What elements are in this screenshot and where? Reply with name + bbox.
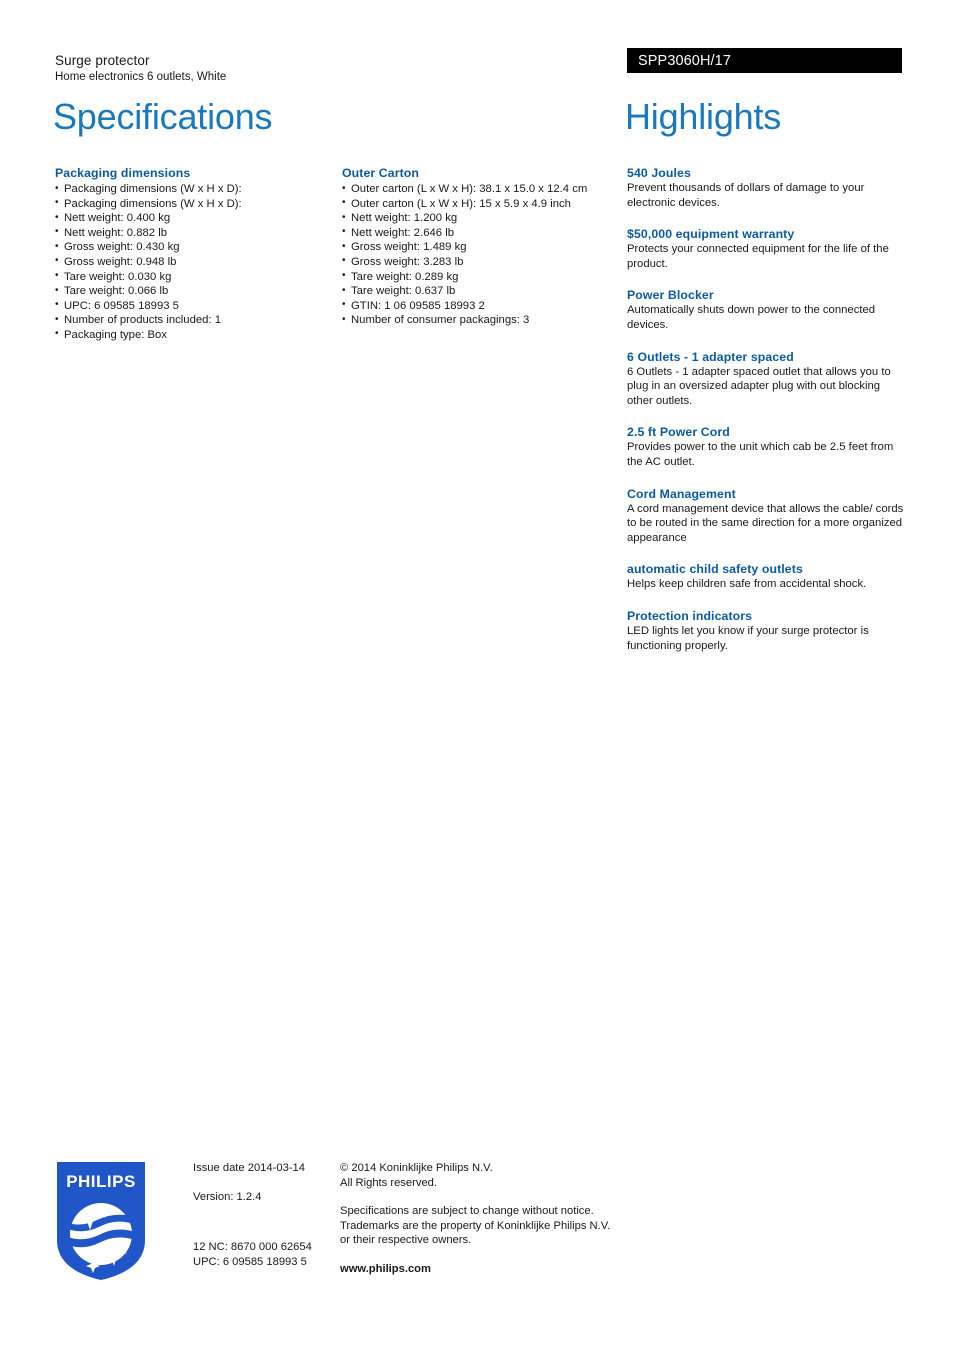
philips-shield-icon: PHILIPS — [57, 1162, 145, 1280]
highlight-item: Protection indicators LED lights let you … — [627, 608, 904, 653]
highlights-column: 540 Joules Prevent thousands of dollars o… — [627, 165, 904, 669]
highlight-description: Automatically shuts down power to the co… — [627, 304, 876, 331]
highlight-description: Provides power to the unit which cab be … — [627, 441, 894, 468]
highlight-item: Cord Management A cord management device … — [627, 486, 904, 546]
spec-item: Tare weight: 0.030 kg — [55, 269, 327, 285]
product-title: Surge protector — [55, 53, 150, 68]
version: Version: 1.2.4 — [193, 1190, 262, 1203]
highlight-item: Power Blocker Automatically shuts down po… — [627, 287, 904, 332]
product-code-label: SPP3060H/17 — [638, 53, 731, 69]
spec-item: Number of consumer packagings: 3 — [342, 313, 614, 328]
highlight-item: $50,000 equipment warranty Protects your … — [627, 226, 904, 271]
spec-item-list: Packaging dimensions (W x H x D):Packagi… — [55, 182, 327, 343]
spec-item: Packaging dimensions (W x H x D): — [55, 182, 327, 197]
disclaimer-line-3: or their respective owners. — [340, 1234, 472, 1247]
product-code-bar: SPP3060H/17 — [627, 48, 902, 73]
specifications-column-2: Outer Carton Outer carton (L x W x H): 38… — [342, 165, 614, 342]
specifications-column-1: Packaging dimensions Packaging dimensions… — [55, 165, 327, 357]
highlight-title: Power Blocker — [627, 288, 714, 303]
highlight-title: automatic child safety outlets — [627, 562, 803, 577]
spec-group: Packaging dimensions Packaging dimensions… — [55, 165, 327, 343]
highlights-heading: Highlights — [625, 96, 782, 137]
product-subtitle: Home electronics 6 outlets, White — [55, 71, 227, 83]
copyright-block: © 2014 Koninklijke Philips N.V. All Righ… — [340, 1161, 640, 1190]
spec-item: Gross weight: 1.489 kg — [342, 240, 614, 255]
highlight-description: LED lights let you know if your surge pr… — [627, 624, 869, 652]
spec-item: Packaging type: Box — [55, 327, 327, 343]
spec-item: Gross weight: 0.430 kg — [55, 240, 327, 255]
specification-sheet-page: Surge protector Home electronics 6 outle… — [0, 0, 954, 1350]
spec-group-title: Packaging dimensions — [55, 166, 191, 180]
spec-item: GTIN: 1 06 09585 18993 2 — [342, 298, 614, 314]
disclaimer-block: Specifications are subject to change wit… — [340, 1204, 640, 1248]
spec-item: Nett weight: 0.400 kg — [55, 211, 327, 226]
svg-text:PHILIPS: PHILIPS — [66, 1172, 136, 1191]
highlight-description: Prevent thousands of dollars of damage t… — [627, 182, 865, 209]
disclaimer-line-2: Trademarks are the property of Koninklij… — [340, 1219, 611, 1232]
spec-item: Tare weight: 0.637 lb — [342, 284, 614, 299]
highlight-description: 6 Outlets - 1 adapter spaced outlet that… — [627, 365, 891, 407]
footer-legal-column: © 2014 Koninklijke Philips N.V. All Righ… — [340, 1161, 640, 1277]
spec-item: UPC: 6 09585 18993 5 — [55, 298, 327, 314]
copyright-line-2: All Rights reserved. — [340, 1176, 437, 1189]
footer-identifiers: 12 NC: 8670 000 62654 UPC: 6 09585 18993… — [193, 1240, 338, 1269]
spec-item: Number of products included: 1 — [55, 313, 327, 328]
highlight-title: Cord Management — [627, 486, 736, 501]
spec-group-title: Outer Carton — [342, 166, 420, 180]
highlight-description: Protects your connected equipment for th… — [627, 243, 889, 270]
highlight-description: Helps keep children safe from accidental… — [627, 578, 867, 591]
spec-item: Nett weight: 1.200 kg — [342, 211, 614, 226]
website-link-wrap: www.philips.com — [340, 1262, 640, 1277]
spec-item: Gross weight: 0.948 lb — [55, 254, 327, 270]
highlight-item: automatic child safety outlets Helps keep… — [627, 561, 904, 592]
page-footer: PHILIPS Issue date 2014-03-14 Version: 1… — [0, 1155, 954, 1305]
spec-item: Nett weight: 2.646 lb — [342, 225, 614, 241]
highlight-description: A cord management device that allows the… — [627, 502, 904, 544]
spec-item: Tare weight: 0.289 kg — [342, 269, 614, 285]
spec-item: Tare weight: 0.066 lb — [55, 284, 327, 299]
highlight-item: 540 Joules Prevent thousands of dollars o… — [627, 165, 904, 210]
highlight-title: 2.5 ft Power Cord — [627, 425, 730, 440]
spec-item: Outer carton (L x W x H): 38.1 x 15.0 x … — [342, 182, 614, 197]
philips-logo: PHILIPS — [57, 1162, 145, 1280]
spec-item: Gross weight: 3.283 lb — [342, 254, 614, 270]
spec-item: Nett weight: 0.882 lb — [55, 225, 327, 241]
spec-item: Packaging dimensions (W x H x D): — [55, 196, 327, 212]
highlight-title: Protection indicators — [627, 608, 753, 623]
highlight-title: 6 Outlets - 1 adapter spaced — [627, 349, 794, 364]
highlight-item: 6 Outlets - 1 adapter spaced 6 Outlets - … — [627, 349, 904, 409]
copyright-line-1: © 2014 Koninklijke Philips N.V. — [340, 1162, 493, 1174]
twelve-nc: 12 NC: 8670 000 62654 — [193, 1241, 312, 1254]
footer-upc: UPC: 6 09585 18993 5 — [193, 1255, 307, 1268]
spec-item-list: Outer carton (L x W x H): 38.1 x 15.0 x … — [342, 182, 614, 328]
issue-date: Issue date 2014-03-14 — [193, 1162, 305, 1174]
highlight-item: 2.5 ft Power Cord Provides power to the u… — [627, 424, 904, 469]
highlight-title: $50,000 equipment warranty — [627, 227, 795, 242]
footer-meta-column: Issue date 2014-03-14 Version: 1.2.4 12 … — [193, 1161, 338, 1269]
website-link[interactable]: www.philips.com — [340, 1263, 431, 1275]
spec-item: Outer carton (L x W x H): 15 x 5.9 x 4.9… — [342, 196, 614, 212]
disclaimer-line-1: Specifications are subject to change wit… — [340, 1205, 594, 1218]
spec-group: Outer Carton Outer carton (L x W x H): 38… — [342, 165, 614, 328]
specifications-heading: Specifications — [53, 96, 273, 137]
highlight-title: 540 Joules — [627, 166, 691, 180]
